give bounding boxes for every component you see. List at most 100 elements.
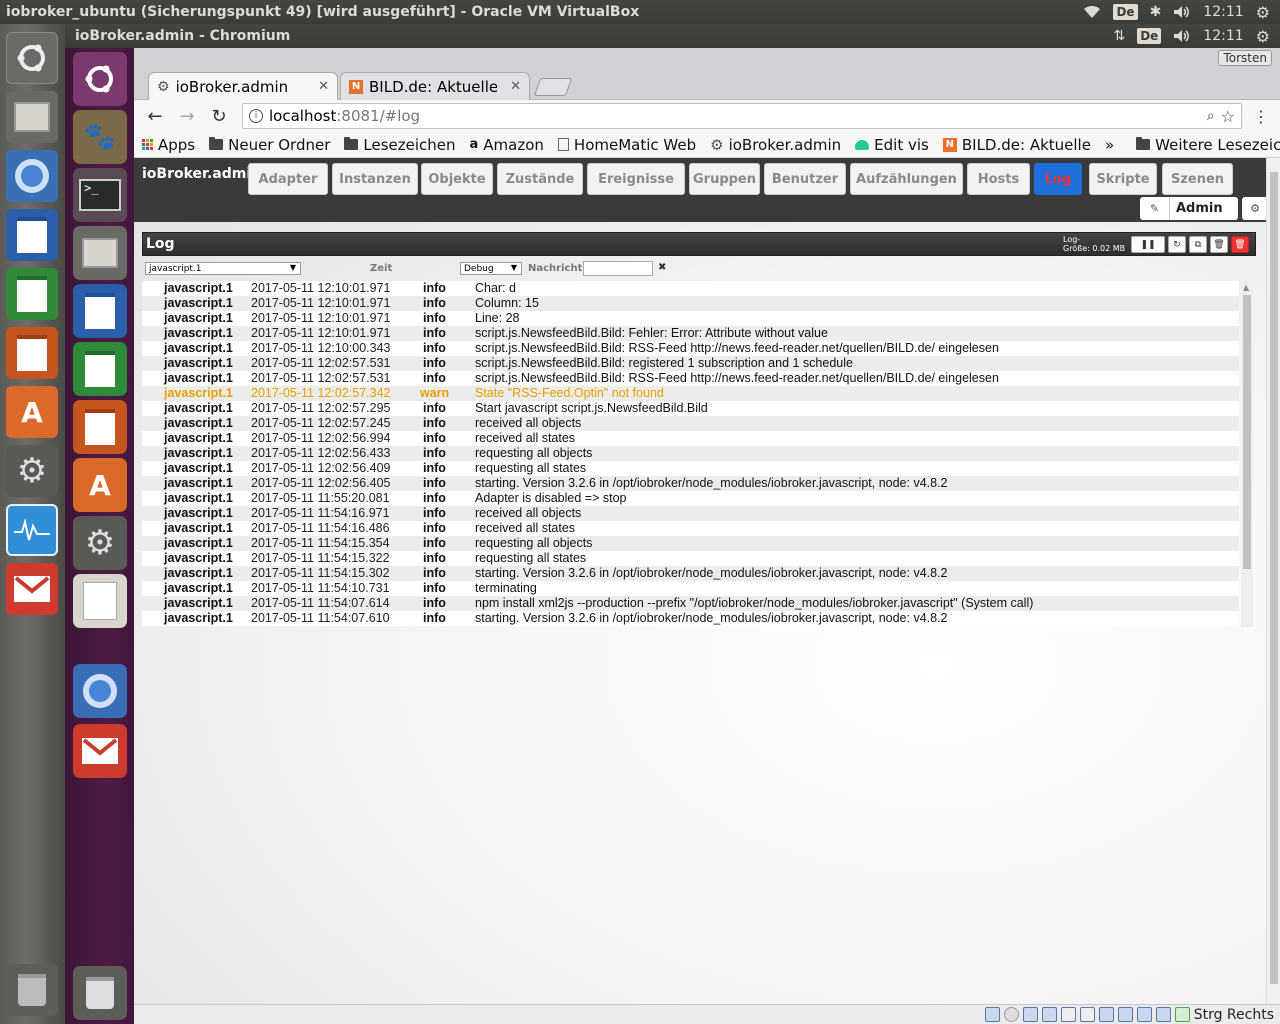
system-monitor-icon[interactable] bbox=[6, 504, 58, 556]
vm-gmail-icon[interactable] bbox=[73, 724, 127, 778]
vm-files-icon[interactable] bbox=[73, 226, 127, 280]
vm-software-center-icon[interactable]: A bbox=[73, 458, 127, 512]
nav-tab-ereignisse[interactable]: Ereignisse bbox=[587, 163, 685, 195]
display-icon[interactable] bbox=[1098, 1007, 1114, 1022]
video-capture-icon[interactable] bbox=[1117, 1007, 1133, 1022]
nav-tab-gruppen[interactable]: Gruppen bbox=[689, 163, 760, 195]
trash-icon[interactable] bbox=[6, 964, 58, 1016]
writer-icon[interactable] bbox=[6, 209, 58, 261]
nav-tab-log[interactable]: Log bbox=[1034, 163, 1082, 195]
system-settings-icon[interactable]: ⚙ bbox=[6, 445, 58, 497]
impress-icon[interactable] bbox=[6, 327, 58, 379]
menu-kebab-icon[interactable]: ⋮ bbox=[1248, 103, 1274, 129]
network-icon[interactable] bbox=[1041, 1007, 1057, 1022]
wifi-icon[interactable] bbox=[1083, 5, 1101, 19]
files-icon[interactable] bbox=[6, 91, 58, 143]
bookmark-neuer-ordner[interactable]: Neuer Ordner bbox=[209, 136, 330, 154]
bookmark-lesezeichen[interactable]: Lesezeichen bbox=[344, 136, 456, 154]
vm-clock[interactable]: 12:11 bbox=[1203, 28, 1243, 44]
settings-gear-button[interactable]: ⚙ bbox=[1242, 197, 1268, 220]
address-bar[interactable]: i localhost:8081/#log ⌕ ☆ bbox=[242, 103, 1242, 129]
usb-icon[interactable] bbox=[1060, 1007, 1076, 1022]
bookmarks-overflow-chevron[interactable]: » bbox=[1105, 136, 1114, 154]
profile-button[interactable]: Torsten bbox=[1218, 50, 1272, 66]
info-icon[interactable]: i bbox=[249, 109, 263, 123]
bookmark-other[interactable]: Weitere Lesezeichen bbox=[1136, 136, 1280, 154]
new-tab-button[interactable] bbox=[533, 78, 573, 96]
nav-tab-szenen[interactable]: Szenen bbox=[1162, 163, 1233, 195]
bookmark-apps[interactable]: Apps bbox=[142, 136, 195, 154]
log-scrollbar-thumb[interactable] bbox=[1243, 295, 1251, 569]
vm-trash-icon[interactable] bbox=[73, 966, 127, 1020]
nav-tab-benutzer[interactable]: Benutzer bbox=[764, 163, 846, 195]
network-arrows-icon[interactable]: ⇅ bbox=[1113, 28, 1125, 44]
scroll-up-icon[interactable]: ▲ bbox=[1243, 283, 1249, 292]
tab-iobroker-admin[interactable]: ⚙ ioBroker.admin ✕ bbox=[148, 72, 338, 100]
bookmark-star-icon[interactable]: ☆ bbox=[1221, 107, 1235, 126]
log-scrollbar[interactable]: ▲ bbox=[1241, 281, 1253, 627]
reload-icon[interactable]: ↻ bbox=[206, 103, 232, 129]
vm-keyboard-layout-indicator[interactable]: De bbox=[1137, 28, 1162, 44]
volume-icon[interactable] bbox=[1173, 5, 1191, 19]
gmail-icon[interactable] bbox=[6, 563, 58, 615]
host-key-arrow-icon[interactable] bbox=[1174, 1007, 1190, 1022]
chromium-icon[interactable] bbox=[6, 150, 58, 202]
virtual-machine-display[interactable]: ioBroker.admin - Chromium ⇅ De 12:11 ⚙ 🐾… bbox=[65, 24, 1280, 1024]
pause-button[interactable]: ❚❚ bbox=[1131, 236, 1165, 253]
zoom-search-icon[interactable]: ⌕ bbox=[1207, 108, 1215, 124]
vm-volume-icon[interactable] bbox=[1173, 29, 1191, 43]
mouse-integration-icon[interactable] bbox=[1155, 1007, 1171, 1022]
log-severity: warn bbox=[419, 386, 450, 400]
close-tab-icon[interactable]: ✕ bbox=[510, 79, 521, 94]
page-scrollbar-thumb[interactable] bbox=[1270, 172, 1278, 984]
copy-button[interactable]: ⧉ bbox=[1189, 236, 1207, 253]
close-tab-icon[interactable]: ✕ bbox=[318, 79, 329, 94]
page-scrollbar[interactable] bbox=[1266, 158, 1280, 1004]
nav-tab-adapter[interactable]: Adapter bbox=[248, 163, 328, 195]
clear-filter-icon[interactable]: ✖ bbox=[658, 262, 666, 273]
bookmark-edit-vis[interactable]: Edit vis bbox=[855, 136, 929, 154]
bookmark-iobroker-admin[interactable]: ⚙ ioBroker.admin bbox=[710, 136, 841, 154]
vm-system-settings-icon[interactable]: ⚙ bbox=[73, 516, 127, 570]
vm-ubuntu-dash-icon[interactable] bbox=[73, 52, 127, 106]
nav-tab-hosts[interactable]: Hosts bbox=[967, 163, 1030, 195]
bookmark-bild[interactable]: N BILD.de: Aktuelle bbox=[942, 136, 1091, 154]
vm-chromium-icon[interactable] bbox=[73, 664, 127, 718]
bookmark-homematic[interactable]: HomeMatic Web bbox=[557, 136, 696, 154]
optical-drive-icon[interactable] bbox=[1003, 1007, 1019, 1022]
refresh-button[interactable]: ↻ bbox=[1168, 236, 1186, 253]
delete-log-button[interactable]: 🗑 bbox=[1231, 236, 1249, 253]
shared-folders-icon[interactable] bbox=[1079, 1007, 1095, 1022]
gimp-icon[interactable]: 🐾 bbox=[73, 110, 127, 164]
source-filter-select[interactable]: javascript.1 ▼ bbox=[145, 262, 301, 275]
hard-disk-icon[interactable] bbox=[984, 1007, 1000, 1022]
back-arrow-icon[interactable]: ← bbox=[142, 103, 168, 129]
nav-tab-skripte[interactable]: Skripte bbox=[1089, 163, 1157, 195]
software-center-icon[interactable]: A bbox=[6, 386, 58, 438]
bluetooth-icon[interactable]: ✱ bbox=[1150, 4, 1162, 20]
nav-tab-aufz-hlungen[interactable]: Aufzählungen bbox=[850, 163, 963, 195]
system-gear-icon[interactable]: ⚙ bbox=[1256, 3, 1270, 22]
calc-icon[interactable] bbox=[6, 268, 58, 320]
vm-calc-icon[interactable] bbox=[73, 342, 127, 396]
clear-button[interactable]: 🗑 bbox=[1210, 236, 1228, 253]
message-filter-input[interactable] bbox=[583, 261, 653, 276]
text-editor-icon[interactable] bbox=[73, 574, 127, 628]
vm-writer-icon[interactable] bbox=[73, 284, 127, 338]
host-clock[interactable]: 12:11 bbox=[1203, 4, 1243, 20]
vm-impress-icon[interactable] bbox=[73, 400, 127, 454]
bookmark-amazon[interactable]: a Amazon bbox=[470, 136, 544, 154]
audio-icon[interactable] bbox=[1022, 1007, 1038, 1022]
nav-tab-objekte[interactable]: Objekte bbox=[421, 163, 493, 195]
keyboard-layout-indicator[interactable]: De bbox=[1113, 4, 1138, 20]
vm-system-gear-icon[interactable]: ⚙ bbox=[1256, 27, 1270, 46]
nav-tab-zust-nde[interactable]: Zustände bbox=[497, 163, 583, 195]
tab-bild[interactable]: N BILD.de: Aktuelle N ✕ bbox=[340, 72, 530, 100]
admin-user-button[interactable]: ✎ Admin bbox=[1140, 197, 1238, 220]
cpu-icon[interactable] bbox=[1136, 1007, 1152, 1022]
nav-tab-instanzen[interactable]: Instanzen bbox=[332, 163, 418, 195]
forward-arrow-icon[interactable]: → bbox=[174, 103, 200, 129]
ubuntu-dash-icon[interactable] bbox=[6, 32, 58, 84]
level-filter-select[interactable]: Debug ▼ bbox=[460, 262, 522, 275]
terminal-icon[interactable]: >_ bbox=[73, 168, 127, 222]
